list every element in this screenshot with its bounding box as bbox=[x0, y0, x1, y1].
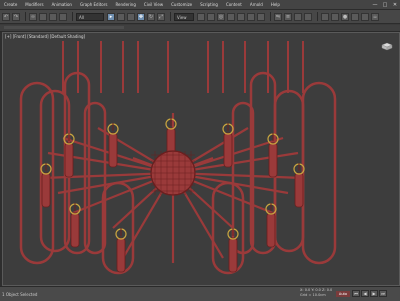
play-icon[interactable]: ▶ bbox=[370, 290, 378, 297]
filter-icon[interactable] bbox=[59, 12, 67, 21]
arm-loop bbox=[211, 181, 245, 275]
render-icon[interactable]: ☕ bbox=[371, 12, 379, 21]
scale-icon[interactable]: ⤢ bbox=[157, 12, 165, 21]
ribbon-tab-bar[interactable] bbox=[4, 26, 124, 29]
undo-icon[interactable]: ↶ bbox=[2, 12, 10, 21]
grid-size: Grid = 10.0cm bbox=[300, 293, 326, 297]
menu-create[interactable]: Create bbox=[0, 2, 21, 7]
render-frame-icon[interactable] bbox=[361, 12, 369, 21]
graphite-icon[interactable] bbox=[304, 12, 312, 21]
ribbon bbox=[0, 25, 400, 32]
spinner-snap-icon[interactable] bbox=[247, 12, 255, 21]
selection-status: 1 Object Selected bbox=[2, 292, 38, 297]
front-viewport[interactable]: [+] [Front] [Standard] [Default Shading] bbox=[2, 32, 400, 286]
schematic-icon[interactable] bbox=[331, 12, 339, 21]
toolbar-separator bbox=[72, 12, 73, 21]
window-controls: — □ ✕ bbox=[370, 2, 400, 8]
angle-snap-icon[interactable] bbox=[227, 12, 235, 21]
menu-rendering[interactable]: Rendering bbox=[111, 2, 139, 7]
material-editor-icon[interactable]: ● bbox=[341, 12, 349, 21]
toolbar-separator bbox=[317, 12, 318, 21]
maximize-icon[interactable]: □ bbox=[380, 2, 390, 8]
window-crossing-icon[interactable] bbox=[127, 12, 135, 21]
mirror-icon[interactable]: ⇋ bbox=[274, 12, 282, 21]
main-toolbar: ↶ ↷ ∞ All ▸ ✥ ↻ ⤢ View ◎ ⇋ ≡ ● ☕ bbox=[0, 10, 400, 24]
candle-sleeve bbox=[108, 132, 118, 168]
unlink-icon[interactable] bbox=[39, 12, 47, 21]
menu-arnold[interactable]: Arnold bbox=[246, 2, 267, 7]
layer-icon[interactable] bbox=[294, 12, 302, 21]
render-setup-icon[interactable] bbox=[351, 12, 359, 21]
go-to-start-icon[interactable]: ⏮ bbox=[352, 290, 360, 297]
status-bar: 1 Object Selected X: 0.0 Y: 0.0 Z: 0.0 G… bbox=[0, 286, 400, 301]
candle-sleeve bbox=[64, 142, 74, 178]
candle-sleeve bbox=[70, 212, 80, 248]
autokey-button[interactable]: Auto bbox=[336, 291, 350, 297]
candle-sleeve bbox=[116, 237, 126, 273]
select-region-icon[interactable] bbox=[117, 12, 125, 21]
arm-loop bbox=[301, 81, 337, 265]
menu-bar: Create Modifiers Animation Graph Editors Ren… bbox=[0, 0, 400, 10]
close-icon[interactable]: ✕ bbox=[390, 2, 400, 8]
menu-civil-view[interactable]: Civil View bbox=[140, 2, 167, 7]
move-icon[interactable]: ✥ bbox=[137, 12, 145, 21]
menu-customize[interactable]: Customize bbox=[167, 2, 196, 7]
playback-controls: ⏮ ◀ ▶ ⏭ bbox=[352, 290, 388, 297]
candle-sleeve bbox=[228, 237, 238, 273]
toolbar-separator bbox=[25, 12, 26, 21]
toolbar-separator bbox=[170, 12, 171, 21]
candle-sleeve bbox=[41, 172, 51, 208]
previous-frame-icon[interactable]: ◀ bbox=[361, 290, 369, 297]
pivot-icon[interactable] bbox=[207, 12, 215, 21]
rotate-icon[interactable]: ↻ bbox=[147, 12, 155, 21]
menu-animation[interactable]: Animation bbox=[48, 2, 76, 7]
candle-sleeve bbox=[223, 132, 233, 168]
view-icon[interactable] bbox=[197, 12, 205, 21]
candle-sleeve bbox=[268, 142, 278, 178]
curve-editor-icon[interactable] bbox=[321, 12, 329, 21]
menu-scripting[interactable]: Scripting bbox=[196, 2, 222, 7]
bind-icon[interactable] bbox=[49, 12, 57, 21]
menu-help[interactable]: Help bbox=[267, 2, 284, 7]
redo-icon[interactable]: ↷ bbox=[12, 12, 20, 21]
menu-graph-editors[interactable]: Graph Editors bbox=[76, 2, 111, 7]
selection-filter-dropdown[interactable]: All bbox=[76, 12, 104, 21]
percent-snap-icon[interactable] bbox=[237, 12, 245, 21]
reference-coord-dropdown[interactable]: View bbox=[174, 12, 194, 21]
align-icon[interactable]: ≡ bbox=[284, 12, 292, 21]
edit-named-sets-icon[interactable] bbox=[257, 12, 265, 21]
go-to-end-icon[interactable]: ⏭ bbox=[379, 290, 387, 297]
menu-modifiers[interactable]: Modifiers bbox=[21, 2, 47, 7]
candle-sleeve bbox=[266, 212, 276, 248]
toolbar-separator bbox=[270, 12, 271, 21]
select-icon[interactable]: ▸ bbox=[107, 12, 115, 21]
minimize-icon[interactable]: — bbox=[370, 2, 380, 8]
coordinate-readout: X: 0.0 Y: 0.0 Z: 0.0 bbox=[300, 288, 333, 292]
candle-sleeve bbox=[294, 172, 304, 208]
snap-icon[interactable]: ◎ bbox=[217, 12, 225, 21]
link-icon[interactable]: ∞ bbox=[29, 12, 37, 21]
chandelier-model[interactable] bbox=[3, 33, 400, 286]
menu-content[interactable]: Content bbox=[222, 2, 246, 7]
